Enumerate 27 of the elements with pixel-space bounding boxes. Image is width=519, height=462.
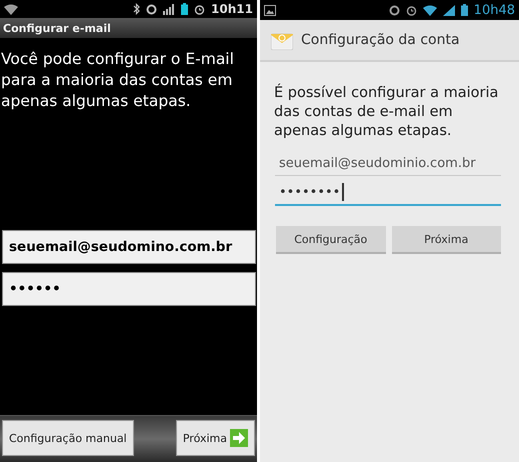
- status-time: 10h11: [211, 2, 253, 16]
- sync-icon: [146, 4, 158, 14]
- intro-text: Você pode configurar o E-mail para a maioria das contas em apenas algumas etapas.: [0, 49, 235, 112]
- input-field[interactable]: ••••••••: [275, 180, 501, 206]
- bluetooth-icon: [133, 3, 140, 15]
- signal-icon: [163, 4, 176, 14]
- input-field[interactable]: seuemail@seudomino.com.br: [2, 230, 256, 264]
- input-field[interactable]: ••••••: [2, 272, 256, 306]
- action-button[interactable]: Próxima: [392, 226, 501, 254]
- alarm-clock-icon: [406, 4, 417, 16]
- screen-title: Configuração da conta: [301, 32, 460, 48]
- signal-icon: [442, 4, 455, 16]
- action-button[interactable]: Configuração: [276, 226, 386, 254]
- intro-text: É possível configurar a maioria das contas de e-mail em apenas algumas etapas.: [273, 82, 500, 141]
- battery-icon: [181, 3, 188, 15]
- arrow-icon: [230, 429, 248, 447]
- battery-icon: [460, 4, 468, 16]
- image-icon: [264, 4, 276, 16]
- wifi-icon: [422, 4, 437, 16]
- screen-title: Configurar e-mail: [3, 22, 111, 34]
- input-field[interactable]: seuemail@seudominio.com.br: [275, 151, 501, 176]
- next-button[interactable]: Próxima: [176, 420, 255, 456]
- status-time: 10h48: [474, 2, 515, 18]
- action-button[interactable]: Configuração manual: [2, 420, 134, 456]
- wifi-icon: [4, 4, 18, 14]
- alarm-clock-icon: [194, 4, 206, 14]
- sync-icon: [388, 4, 400, 16]
